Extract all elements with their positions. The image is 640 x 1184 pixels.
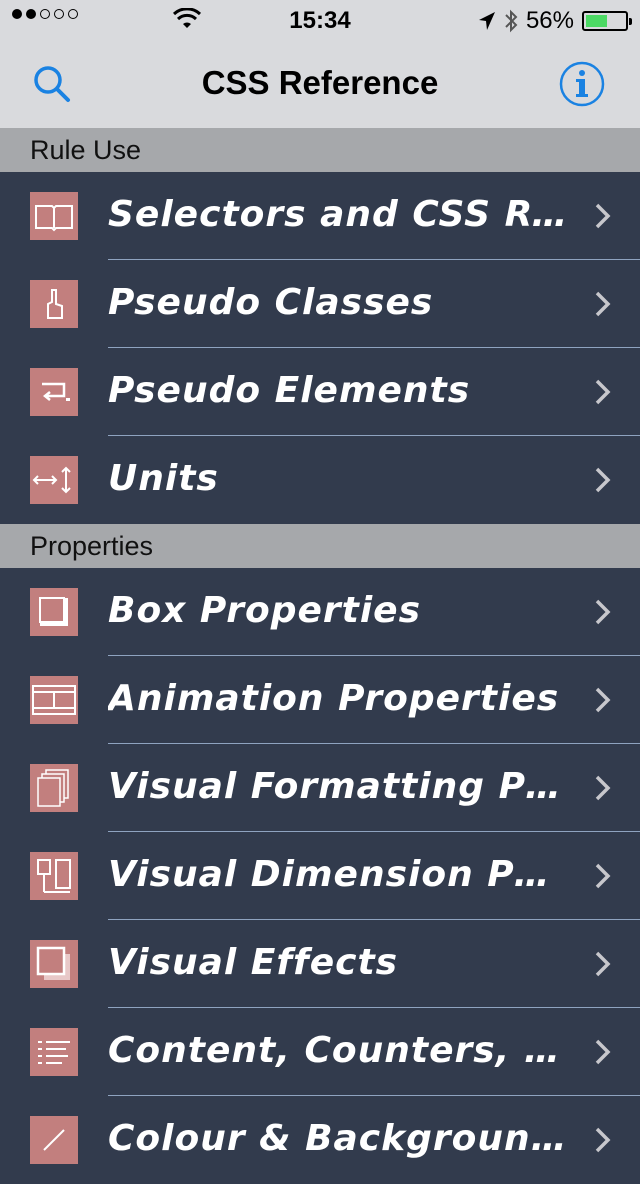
list-item-label: Pseudo Elements — [108, 370, 471, 411]
list-item-content-counters[interactable]: Content, Counters, Lists — [0, 1008, 640, 1096]
battery-icon — [582, 11, 632, 31]
list-item-label: Box Properties — [108, 590, 422, 631]
list-item-pseudo-classes[interactable]: Pseudo Classes — [0, 260, 640, 348]
list-item-label: Colour & Background Prope — [108, 1118, 568, 1159]
list-item-visual-effects[interactable]: Visual Effects — [0, 920, 640, 1008]
list-item-label: Pseudo Classes — [108, 282, 434, 323]
pen-icon — [30, 1116, 78, 1164]
list-item-box-properties[interactable]: Box Properties — [0, 568, 640, 656]
chevron-right-icon — [595, 863, 611, 889]
return-arrow-icon — [30, 368, 78, 416]
list-item-colour-background[interactable]: Colour & Background Prope — [0, 1096, 640, 1184]
location-arrow-icon — [478, 12, 495, 30]
bluetooth-icon — [505, 9, 518, 33]
list-item-units[interactable]: Units — [0, 436, 640, 524]
list-item-label: Visual Formatting Propert... — [108, 766, 568, 807]
chevron-right-icon — [595, 687, 611, 713]
status-right: 56% — [478, 7, 632, 35]
page-title: CSS Reference — [201, 64, 439, 101]
section-header-rule-use: Rule Use — [0, 128, 640, 172]
arrows-icon — [30, 456, 78, 504]
chevron-right-icon — [595, 951, 611, 977]
list-item-pseudo-elements[interactable]: Pseudo Elements — [0, 348, 640, 436]
list-item-label: Units — [108, 458, 219, 499]
list-item-label: Content, Counters, Lists — [108, 1030, 568, 1071]
list-item-label: Animation Properties — [108, 678, 560, 719]
chevron-right-icon — [595, 1127, 611, 1153]
chevron-right-icon — [595, 467, 611, 493]
shadow-box-icon — [30, 940, 78, 988]
chevron-right-icon — [595, 203, 611, 229]
list-icon — [30, 1028, 78, 1076]
book-icon — [30, 192, 78, 240]
box-icon — [30, 588, 78, 636]
list-item-label: Visual Dimension Properties — [108, 854, 568, 895]
list-item-label: Visual Effects — [108, 942, 399, 983]
navigation-bar: CSS Reference — [0, 40, 640, 129]
chevron-right-icon — [595, 775, 611, 801]
chevron-right-icon — [595, 1039, 611, 1065]
chevron-right-icon — [595, 599, 611, 625]
status-bar: 15:34 56% — [0, 0, 640, 40]
chevron-right-icon — [595, 379, 611, 405]
hand-pointer-icon — [30, 280, 78, 328]
info-icon[interactable] — [558, 60, 606, 108]
list-item-label: Selectors and CSS Rules — [108, 194, 568, 235]
list-item-animation-properties[interactable]: Animation Properties — [0, 656, 640, 744]
dimension-icon — [30, 852, 78, 900]
film-icon — [30, 676, 78, 724]
list-item-visual-dimension[interactable]: Visual Dimension Properties — [0, 832, 640, 920]
list-item-selectors[interactable]: Selectors and CSS Rules — [0, 172, 640, 260]
battery-percentage: 56% — [525, 7, 574, 34]
chevron-right-icon — [595, 291, 611, 317]
list-item-visual-formatting[interactable]: Visual Formatting Propert... — [0, 744, 640, 832]
stacked-pages-icon — [30, 764, 78, 812]
section-header-properties: Properties — [0, 524, 640, 568]
